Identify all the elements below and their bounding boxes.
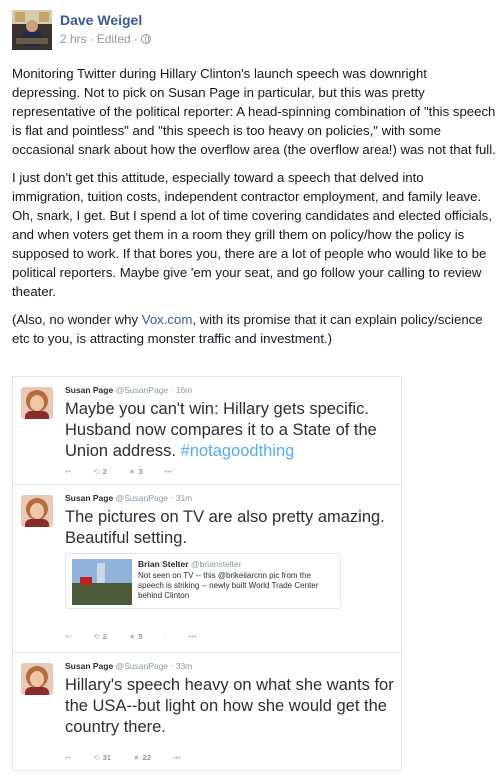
- tweet-handle: @SusanPage: [115, 493, 169, 503]
- tweet-text: Maybe you can't win: Hillary gets specif…: [65, 399, 397, 462]
- favorite-icon: ★: [128, 467, 136, 476]
- post-body: Monitoring Twitter during Hillary Clinto…: [12, 64, 496, 357]
- quoted-tweet-image: [72, 559, 132, 605]
- tweet-text: Hillary's speech heavy on what she wants…: [65, 676, 394, 736]
- tweet-time: · 16m: [170, 385, 193, 395]
- author-avatar[interactable]: [12, 10, 52, 50]
- tweet: Susan Page @SusanPage · 31m The pictures…: [13, 485, 401, 653]
- post-paragraph: I just don't get this attitude, especial…: [12, 170, 492, 299]
- quoted-author: Brian Stelter @brianstelter: [138, 559, 242, 569]
- reply-icon: ↩: [65, 467, 72, 476]
- meta-separator: ·: [89, 32, 94, 46]
- retweet-icon: ⟲: [93, 631, 100, 641]
- public-globe-icon[interactable]: [140, 34, 151, 44]
- tweet-screenshot[interactable]: Susan Page @SusanPage · 16m Maybe you ca…: [12, 376, 402, 771]
- tweet-header: Susan Page @SusanPage · 31m: [65, 493, 192, 503]
- tweet-actions: ↩ ⟲ 2 ★ 3 •••: [65, 467, 173, 476]
- tweet-avatar: [21, 387, 53, 419]
- meta-separator: ·: [133, 32, 138, 46]
- tweet-time: · 33m: [170, 661, 193, 671]
- tweet-handle: @SusanPage: [115, 661, 169, 671]
- tweet-actions: ↩ ⟲ 31 ★ 22 •••: [65, 753, 181, 762]
- author-name[interactable]: Dave Weigel: [60, 12, 142, 28]
- vox-link[interactable]: Vox.com: [142, 312, 193, 327]
- more-icon: •••: [188, 631, 197, 641]
- quoted-tweet: Brian Stelter @brianstelter Not seen on …: [65, 553, 341, 609]
- retweet-icon: ⟲: [93, 753, 100, 762]
- tweet-avatar: [21, 495, 53, 527]
- post-paragraph: (Also, no wonder why Vox.com, with its p…: [12, 310, 496, 348]
- quoted-handle: @brianstelter: [190, 559, 242, 569]
- retweet-count: ⟲ 31: [93, 753, 111, 762]
- tweet-actions: ↩ ⟲ 2 ★ 5 ⫶ •••: [65, 631, 196, 641]
- tweet-author: Susan Page: [65, 493, 114, 503]
- favorite-icon: ★: [132, 753, 140, 762]
- more-icon: •••: [164, 467, 173, 476]
- post-header: Dave Weigel 2 hrs · Edited ·: [12, 6, 492, 50]
- quoted-text: Not seen on TV -- this @brikeilarcnn pic…: [138, 571, 319, 600]
- retweet-count: ⟲ 2: [93, 631, 107, 641]
- post-paragraph: Monitoring Twitter during Hillary Clinto…: [12, 66, 496, 157]
- edited-label[interactable]: Edited: [97, 32, 131, 46]
- tweet-header: Susan Page @SusanPage · 16m: [65, 385, 192, 395]
- tweet: Susan Page @SusanPage · 16m Maybe you ca…: [13, 377, 401, 485]
- tweet-time: · 31m: [170, 493, 193, 503]
- favorite-count: ★ 22: [132, 753, 152, 762]
- reply-icon: ↩: [65, 631, 72, 641]
- tweet-header: Susan Page @SusanPage · 33m: [65, 661, 192, 671]
- tweet-author: Susan Page: [65, 385, 114, 395]
- tweet-avatar: [21, 663, 53, 695]
- retweet-count: ⟲ 2: [93, 467, 107, 476]
- tweet: Susan Page @SusanPage · 33m Hillary's sp…: [13, 653, 401, 771]
- reply-icon: ↩: [65, 753, 72, 762]
- hashtag: #notagoodthing: [180, 442, 295, 460]
- tweet-text: The pictures on TV are also pretty amazi…: [65, 508, 385, 547]
- pin-icon: ⫶: [164, 631, 167, 640]
- post-meta: 2 hrs · Edited ·: [60, 32, 151, 46]
- favorite-icon: ★: [128, 631, 136, 641]
- paragraph-text: (Also, no wonder why: [12, 312, 142, 327]
- favorite-count: ★ 5: [128, 631, 143, 641]
- tweet-handle: @SusanPage: [115, 385, 169, 395]
- post-time[interactable]: 2 hrs: [60, 32, 87, 46]
- more-icon: •••: [173, 753, 181, 762]
- favorite-count: ★ 3: [128, 467, 143, 476]
- retweet-icon: ⟲: [93, 467, 100, 476]
- quoted-name: Brian Stelter: [138, 559, 189, 569]
- tweet-author: Susan Page: [65, 661, 114, 671]
